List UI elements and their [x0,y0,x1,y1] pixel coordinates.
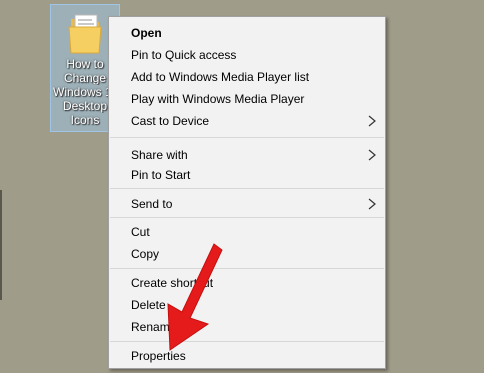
menu-item-label: Properties [131,349,186,363]
menu-item-open[interactable]: Open [109,22,385,44]
menu-item-properties[interactable]: Properties [109,345,385,367]
menu-item-pin-to-start[interactable]: Pin to Start [109,164,385,186]
menu-item-cast-to-device[interactable]: Cast to Device [109,110,385,132]
menu-item-label: Cut [131,225,150,239]
chevron-right-icon [368,198,376,210]
menu-item-pin-quick-access[interactable]: Pin to Quick access [109,44,385,66]
menu-item-label: Create shortcut [131,276,214,290]
desktop[interactable]: How to Change Windows 10 Desktop Icons O… [0,0,484,373]
menu-separator [110,341,384,342]
menu-item-label: Copy [131,247,160,261]
menu-separator [110,137,384,138]
menu-item-add-wmp-list[interactable]: Add to Windows Media Player list [109,66,385,88]
menu-item-label: Pin to Quick access [131,48,237,62]
menu-separator [110,217,384,218]
menu-item-label: Add to Windows Media Player list [131,70,310,84]
menu-item-cut[interactable]: Cut [109,221,385,243]
menu-item-rename[interactable]: Rename [109,316,385,338]
menu-separator [110,268,384,269]
menu-item-share-with[interactable]: Share with [109,144,385,166]
menu-item-label: Send to [131,197,173,211]
menu-item-label: Delete [131,298,166,312]
chevron-right-icon [368,115,376,127]
menu-item-send-to[interactable]: Send to [109,193,385,215]
menu-item-label: Open [131,26,162,40]
menu-item-copy[interactable]: Copy [109,243,385,265]
menu-item-label: Cast to Device [131,114,210,128]
menu-item-delete[interactable]: Delete [109,294,385,316]
chevron-right-icon [368,149,376,161]
menu-item-play-wmp[interactable]: Play with Windows Media Player [109,88,385,110]
menu-item-label: Pin to Start [131,168,191,182]
folder-icon [68,14,102,54]
menu-item-label: Rename [131,320,177,334]
menu-item-label: Play with Windows Media Player [131,92,305,106]
menu-item-label: Share with [131,148,188,162]
window-edge [0,190,2,300]
context-menu: Open Pin to Quick access Add to Windows … [108,16,386,369]
menu-separator [110,188,384,189]
menu-item-create-shortcut[interactable]: Create shortcut [109,272,385,294]
